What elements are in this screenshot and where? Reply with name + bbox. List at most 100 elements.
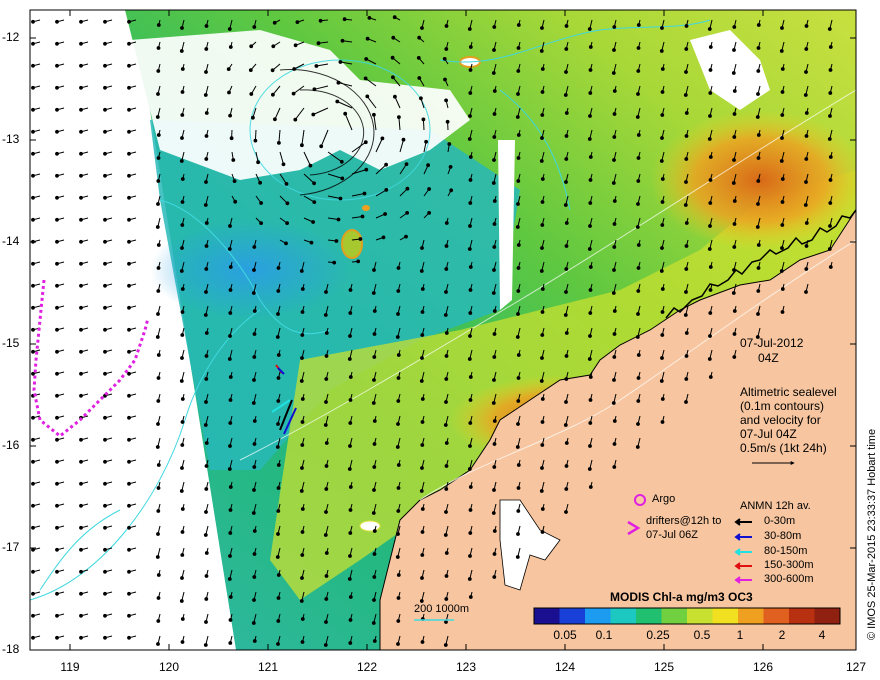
velocity-arrow-head bbox=[804, 134, 809, 138]
velocity-arrow-head bbox=[31, 261, 35, 266]
velocity-arrow-head bbox=[708, 201, 713, 205]
velocity-arrow-head bbox=[804, 267, 809, 271]
velocity-arrow-head bbox=[492, 112, 497, 116]
velocity-arrow-head bbox=[492, 332, 497, 336]
velocity-arrow-head bbox=[516, 463, 521, 467]
velocity-arrow-head bbox=[732, 48, 736, 52]
velocity-arrow-head bbox=[284, 182, 289, 186]
velocity-arrow-head bbox=[300, 397, 305, 401]
velocity-arrow-head bbox=[828, 265, 833, 269]
velocity-arrow-head bbox=[708, 155, 713, 159]
velocity-arrow-head bbox=[127, 261, 131, 266]
velocity-arrow-head bbox=[563, 93, 568, 97]
velocity-arrow-head bbox=[396, 266, 401, 270]
velocity-arrow-head bbox=[492, 245, 497, 249]
velocity-arrow-head bbox=[347, 577, 352, 581]
velocity-arrow-head bbox=[127, 41, 131, 46]
velocity-arrow-head bbox=[708, 265, 713, 269]
velocity-arrow-head bbox=[492, 378, 496, 382]
velocity-arrow-head bbox=[444, 597, 449, 601]
velocity-arrow-head bbox=[540, 113, 545, 117]
velocity-arrow-head bbox=[180, 90, 185, 94]
velocity-arrow-head bbox=[516, 266, 521, 270]
x-tick-label: 121 bbox=[257, 660, 279, 674]
velocity-arrow-head bbox=[443, 77, 447, 82]
velocity-arrow-head bbox=[155, 225, 160, 229]
velocity-arrow-head bbox=[252, 598, 256, 602]
velocity-arrow-head bbox=[516, 69, 521, 73]
velocity-arrow-head bbox=[275, 555, 280, 559]
velocity-arrow-head bbox=[79, 107, 83, 112]
island-small bbox=[362, 205, 370, 211]
y-tick-label: -12 bbox=[2, 30, 20, 44]
velocity-arrow-head bbox=[540, 443, 545, 447]
blue-low-chl-patch bbox=[150, 220, 350, 320]
velocity-arrow-head bbox=[156, 156, 161, 160]
velocity-arrow-head bbox=[31, 525, 35, 530]
velocity-arrow-head bbox=[444, 441, 449, 445]
velocity-arrow-head bbox=[204, 134, 209, 138]
velocity-arrow-head bbox=[372, 442, 377, 446]
velocity-arrow-head bbox=[492, 488, 496, 492]
velocity-arrow-head bbox=[204, 377, 209, 381]
velocity-arrow-head bbox=[401, 137, 406, 142]
velocity-arrow-head bbox=[256, 160, 261, 165]
velocity-arrow-head bbox=[127, 85, 131, 90]
velocity-arrow-head bbox=[285, 201, 290, 206]
velocity-arrow-head bbox=[372, 552, 377, 556]
velocity-arrow-head bbox=[324, 331, 329, 335]
velocity-arrow-head bbox=[127, 107, 131, 112]
velocity-arrow-head bbox=[31, 503, 35, 508]
velocity-arrow-head bbox=[31, 41, 35, 46]
velocity-arrow-head bbox=[396, 399, 401, 403]
velocity-arrow-head bbox=[731, 71, 736, 75]
velocity-arrow-head bbox=[180, 617, 185, 621]
velocity-arrow-head bbox=[684, 244, 689, 248]
velocity-arrow-head bbox=[416, 56, 421, 60]
velocity-arrow-head bbox=[365, 36, 370, 41]
velocity-arrow-head bbox=[684, 221, 689, 225]
velocity-arrow-head bbox=[420, 356, 424, 360]
velocity-arrow-head bbox=[468, 508, 473, 512]
velocity-arrow-head bbox=[103, 173, 107, 178]
colorbar-tick-label: 0.1 bbox=[595, 628, 613, 642]
velocity-arrow-head bbox=[468, 311, 473, 315]
velocity-arrow-head bbox=[443, 643, 448, 647]
velocity-arrow-head bbox=[252, 25, 257, 29]
velocity-arrow-head bbox=[204, 290, 208, 294]
velocity-arrow-head bbox=[660, 223, 665, 227]
velocity-arrow-head bbox=[732, 268, 736, 272]
velocity-arrow-head bbox=[588, 265, 593, 269]
velocity-arrow-head bbox=[539, 489, 544, 493]
velocity-arrow-head bbox=[31, 481, 35, 486]
velocity-arrow-head bbox=[228, 595, 233, 599]
velocity-arrow-head bbox=[228, 288, 233, 292]
velocity-arrow-head bbox=[323, 423, 328, 427]
velocity-arrow-head bbox=[419, 379, 424, 383]
velocity-arrow-head bbox=[468, 375, 473, 379]
velocity-arrow-head bbox=[732, 89, 737, 93]
velocity-arrow-head bbox=[588, 288, 593, 292]
velocity-arrow-head bbox=[444, 290, 448, 294]
velocity-arrow-head bbox=[417, 76, 422, 80]
velocity-arrow-head bbox=[827, 137, 832, 141]
velocity-arrow-head bbox=[804, 70, 808, 74]
velocity-arrow-head bbox=[348, 334, 352, 338]
velocity-arrow-head bbox=[612, 332, 617, 336]
velocity-arrow-head bbox=[55, 217, 59, 222]
velocity-arrow-head bbox=[156, 243, 161, 247]
velocity-arrow-head bbox=[324, 597, 329, 601]
colorbar-swatch bbox=[789, 608, 815, 624]
velocity-arrow-head bbox=[180, 246, 184, 250]
velocity-arrow-head bbox=[155, 115, 160, 119]
velocity-arrow-head bbox=[468, 68, 473, 72]
colorbar-tick-label: 1 bbox=[736, 628, 744, 642]
velocity-arrow-head bbox=[103, 635, 107, 640]
velocity-arrow-head bbox=[612, 25, 617, 29]
velocity-arrow-head bbox=[636, 376, 641, 380]
velocity-arrow-head bbox=[468, 398, 473, 402]
velocity-arrow-head bbox=[127, 19, 131, 24]
velocity-arrow-head bbox=[31, 371, 35, 376]
velocity-arrow-head bbox=[336, 80, 341, 85]
velocity-arrow-head bbox=[252, 268, 256, 272]
